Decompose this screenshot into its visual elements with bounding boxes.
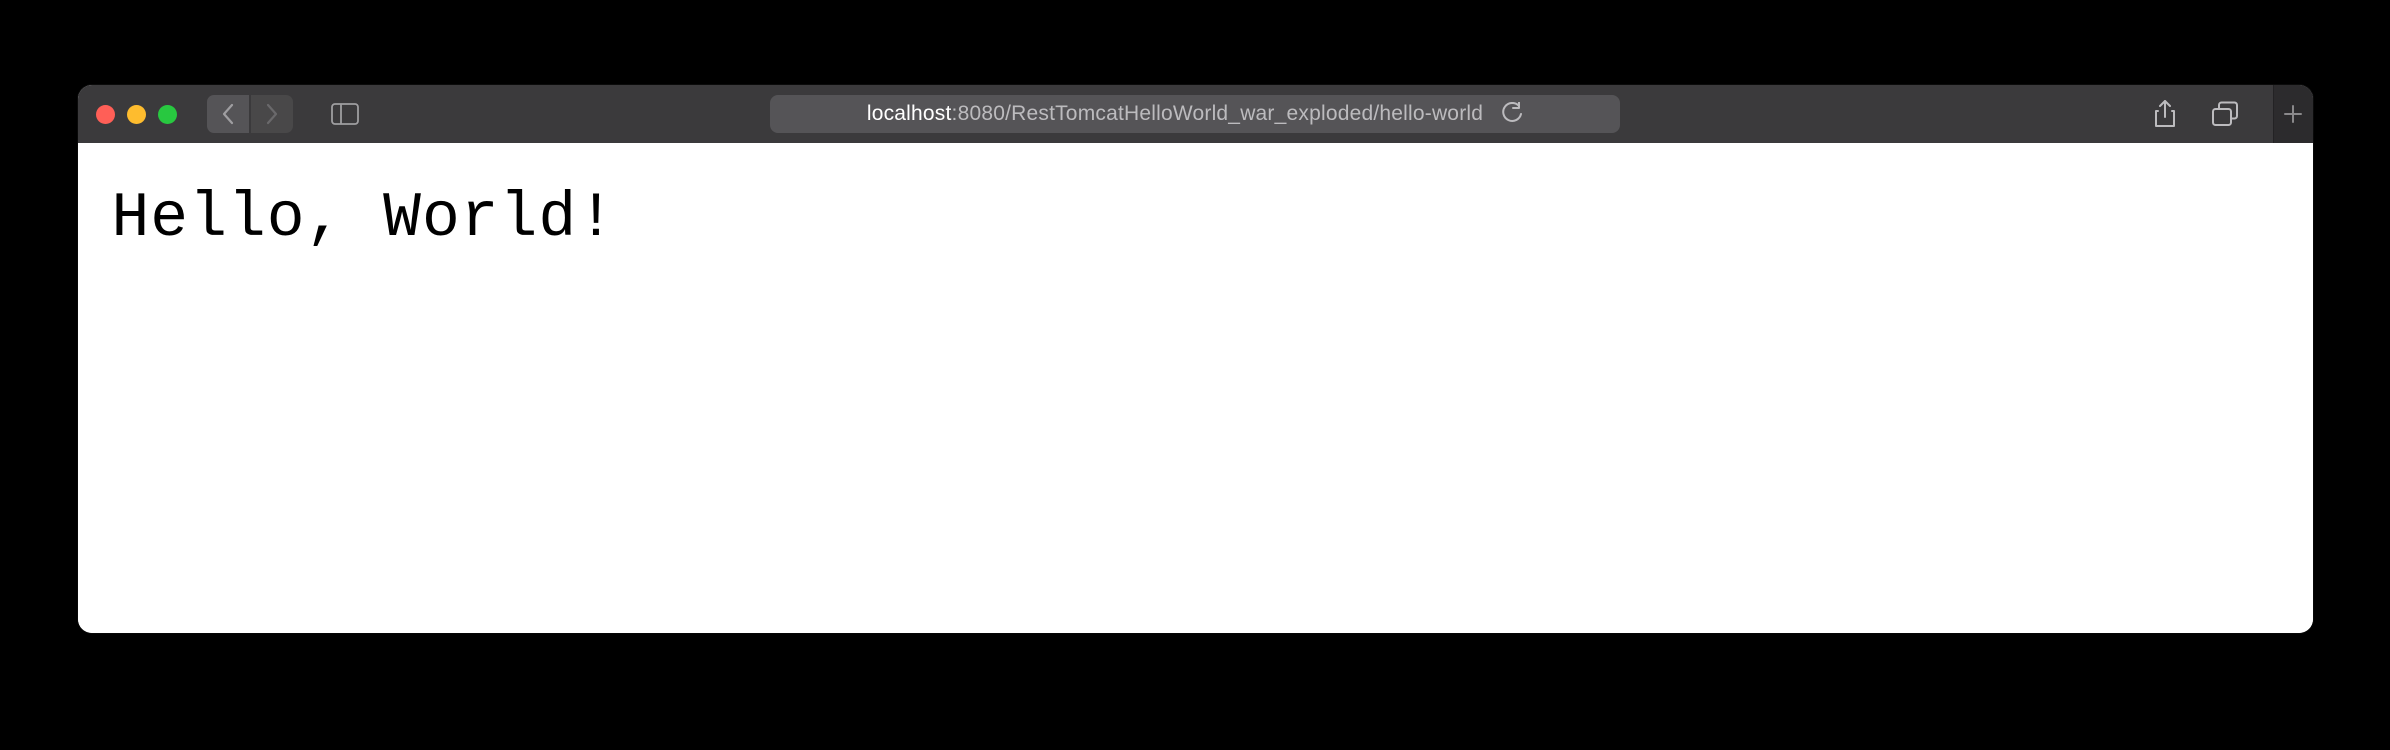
address-bar-container: localhost:8080/RestTomcatHelloWorld_war_…	[770, 95, 1620, 133]
chevron-left-icon	[221, 103, 235, 125]
tabs-button[interactable]	[2207, 96, 2243, 132]
share-icon	[2153, 99, 2177, 129]
browser-window: localhost:8080/RestTomcatHelloWorld_war_…	[78, 85, 2313, 633]
url-text: localhost:8080/RestTomcatHelloWorld_war_…	[867, 102, 1483, 126]
browser-toolbar: localhost:8080/RestTomcatHelloWorld_war_…	[78, 85, 2313, 143]
close-window-button[interactable]	[96, 105, 115, 124]
reload-button[interactable]	[1501, 102, 1523, 126]
maximize-window-button[interactable]	[158, 105, 177, 124]
url-host: localhost	[867, 102, 952, 125]
url-path: :8080/RestTomcatHelloWorld_war_exploded/…	[952, 102, 1484, 125]
sidebar-icon	[331, 103, 359, 125]
window-controls	[96, 105, 177, 124]
share-button[interactable]	[2147, 96, 2183, 132]
back-button[interactable]	[207, 95, 249, 133]
page-body-text: Hello, World!	[112, 183, 2279, 254]
plus-icon	[2283, 104, 2303, 124]
new-tab-button[interactable]	[2273, 85, 2313, 143]
page-content: Hello, World!	[78, 143, 2313, 633]
minimize-window-button[interactable]	[127, 105, 146, 124]
navigation-buttons	[207, 95, 293, 133]
address-bar[interactable]: localhost:8080/RestTomcatHelloWorld_war_…	[770, 95, 1620, 133]
chevron-right-icon	[265, 103, 279, 125]
toolbar-right-controls	[2147, 85, 2295, 143]
forward-button[interactable]	[251, 95, 293, 133]
reload-icon	[1501, 102, 1523, 126]
sidebar-toggle-button[interactable]	[323, 95, 367, 133]
tabs-icon	[2211, 101, 2239, 127]
